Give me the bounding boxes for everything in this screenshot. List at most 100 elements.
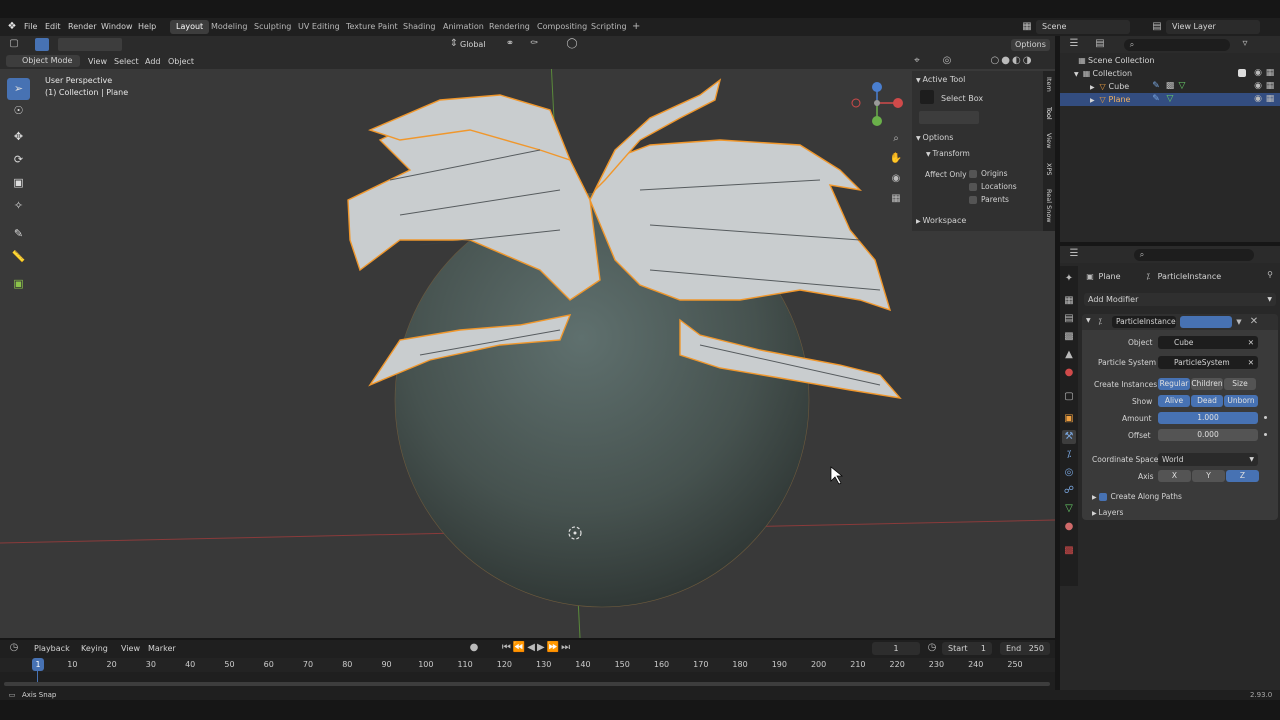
start-frame-field[interactable]: Start 1 (942, 642, 992, 655)
cursor-tool[interactable]: ☉ (7, 100, 30, 122)
plane-render-icon[interactable]: ▦ (1264, 93, 1276, 106)
properties-editor-icon[interactable]: ☰ (1066, 247, 1082, 261)
locations-checkbox[interactable]: Locations (969, 182, 1017, 191)
object-clear-icon[interactable]: ✕ (1248, 336, 1254, 349)
physics-tab-icon[interactable]: ◎ (1062, 466, 1076, 480)
collection-visibility-icon[interactable]: ◉ (1252, 67, 1264, 80)
unborn-toggle[interactable]: Unborn (1224, 395, 1258, 407)
menu-help[interactable]: Help (138, 22, 156, 31)
material-tab-icon[interactable]: ● (1062, 520, 1076, 534)
scale-tool[interactable]: ▣ (7, 172, 30, 194)
snap-icon[interactable]: ⚰ (527, 37, 541, 51)
tab-modeling[interactable]: Modeling (205, 20, 253, 34)
constraints-tab-icon[interactable]: ☍ (1062, 484, 1076, 498)
axis-y-toggle[interactable]: Y (1192, 470, 1225, 482)
modifier-close-icon[interactable]: ✕ (1248, 315, 1260, 329)
data-tab-icon[interactable]: ▽ (1062, 502, 1076, 516)
scene-icon[interactable]: ▦ (1020, 20, 1034, 34)
layers-subpanel[interactable]: ▶ Layers (1092, 506, 1272, 519)
navigation-gizmo[interactable] (848, 78, 908, 130)
particles-tab-icon[interactable]: ⁒ (1062, 448, 1076, 462)
coordinate-space-dropdown[interactable]: World ▼ (1158, 453, 1258, 466)
outliner-editor-icon[interactable]: ☰ (1066, 37, 1082, 51)
editor-type-icon[interactable]: ▢ (6, 37, 22, 51)
object-tab-icon[interactable]: ▣ (1062, 412, 1076, 426)
tab-tool[interactable]: Tool (1045, 107, 1053, 120)
menu-add[interactable]: Add (145, 57, 161, 66)
outliner-row-cube[interactable]: ▶ ▽ Cube ✎ ▩ ▽ ◉ ▦ (1060, 80, 1280, 93)
menu-edit[interactable]: Edit (45, 22, 61, 31)
tab-real-snow[interactable]: Real Snow (1045, 189, 1053, 223)
tool-tab-icon[interactable]: ✦ (1062, 272, 1076, 286)
move-tool[interactable]: ✥ (7, 126, 30, 148)
outliner-row-collection[interactable]: ▼ ▦ Collection ◉ ▦ (1060, 67, 1280, 80)
marker-menu[interactable]: Marker (148, 644, 176, 653)
modifier-tab-icon[interactable]: ⚒ (1062, 430, 1076, 444)
pivot-icon[interactable]: ⚭ (503, 37, 517, 51)
scene-field[interactable]: Scene (1036, 20, 1130, 34)
parents-checkbox[interactable]: Parents (969, 195, 1009, 204)
menu-object[interactable]: Object (168, 57, 194, 66)
add-cube-tool[interactable]: ▣ (7, 273, 30, 295)
proportional-edit-icon[interactable]: ◯ (565, 37, 579, 51)
viewport-shading-icons[interactable]: ○●◐◑ (986, 54, 1038, 68)
measure-tool[interactable]: 📏 (7, 246, 30, 268)
modifier-name-field[interactable]: ParticleInstance (1112, 316, 1176, 328)
preview-range-icon[interactable]: ◷ (925, 641, 939, 655)
workspace-header[interactable]: ▶ Workspace (916, 214, 1041, 228)
world-tab-icon[interactable]: ● (1062, 366, 1076, 380)
amount-keyframe-dot[interactable] (1264, 416, 1267, 419)
offset-slider[interactable]: 0.000 (1158, 429, 1258, 441)
selection-mode-buttons[interactable] (919, 111, 979, 124)
create-along-paths-subpanel[interactable]: ▶ Create Along Paths (1092, 490, 1272, 503)
timeline-scrollbar[interactable] (4, 682, 1050, 686)
dead-toggle[interactable]: Dead (1191, 395, 1223, 407)
amount-slider[interactable]: 1.000 (1158, 412, 1258, 424)
select-mode-icon[interactable] (35, 38, 49, 51)
options-header[interactable]: ▼ Options (916, 131, 1041, 145)
timeline-editor-icon[interactable]: ◷ (6, 641, 22, 655)
keying-menu[interactable]: Keying (81, 644, 108, 653)
options-dropdown[interactable]: Options (1011, 39, 1050, 51)
origins-checkbox[interactable]: Origins (969, 169, 1008, 178)
render-tab-icon[interactable]: ▦ (1062, 294, 1076, 308)
menu-file[interactable]: File (24, 22, 37, 31)
collection-render-icon[interactable]: ▦ (1264, 67, 1276, 80)
offset-keyframe-dot[interactable] (1264, 433, 1267, 436)
playback-controls[interactable]: ⏮⏪◀▶⏩⏭ (497, 641, 577, 655)
current-frame-field[interactable]: 1 (872, 642, 920, 655)
end-frame-field[interactable]: End 250 (1000, 642, 1050, 655)
axis-x-toggle[interactable]: X (1158, 470, 1191, 482)
select-box-tool[interactable]: ➢ (7, 78, 30, 100)
rotate-tool[interactable]: ⟳ (7, 149, 30, 171)
texture-tab-icon[interactable]: ▩ (1062, 544, 1076, 558)
properties-search-field[interactable] (1134, 249, 1254, 261)
outliner-row-plane[interactable]: ▶ ▽ Plane ✎ ▽ ◉ ▦ (1060, 93, 1280, 106)
playback-menu[interactable]: Playback (34, 644, 70, 653)
add-modifier-dropdown[interactable]: Add Modifier ▼ (1084, 293, 1276, 306)
gizmo-icon[interactable]: ⌖ (910, 54, 924, 68)
tab-view[interactable]: View (1045, 133, 1053, 148)
tab-texture-paint[interactable]: Texture Paint (340, 20, 404, 34)
tab-shading[interactable]: Shading (397, 20, 442, 34)
modifier-dropdown-icon[interactable]: ▼ (1234, 315, 1244, 329)
menu-window[interactable]: Window (101, 22, 133, 31)
regular-toggle[interactable]: Regular (1158, 378, 1190, 390)
plane-visibility-icon[interactable]: ◉ (1252, 93, 1264, 106)
view-layer-field[interactable]: View Layer (1166, 20, 1260, 34)
alive-toggle[interactable]: Alive (1158, 395, 1190, 407)
outliner-row-scene-collection[interactable]: ▦ Scene Collection (1060, 54, 1280, 67)
menu-render[interactable]: Render (68, 22, 96, 31)
outliner-search-field[interactable] (1124, 39, 1230, 51)
children-toggle[interactable]: Children (1191, 378, 1223, 390)
view-layer-icon[interactable]: ▤ (1150, 20, 1164, 34)
particle-system-clear-icon[interactable]: ✕ (1248, 356, 1254, 369)
size-toggle[interactable]: Size (1224, 378, 1256, 390)
collection-tab-icon[interactable]: ▢ (1062, 390, 1076, 404)
transform-subheader[interactable]: ▼ Transform (926, 148, 1036, 160)
axis-z-toggle[interactable]: Z (1226, 470, 1259, 482)
blender-logo-icon[interactable]: ❖ (5, 20, 19, 34)
view-layer-tab-icon[interactable]: ▩ (1062, 330, 1076, 344)
timeline-view-menu[interactable]: View (121, 644, 140, 653)
tab-animation[interactable]: Animation (437, 20, 490, 34)
